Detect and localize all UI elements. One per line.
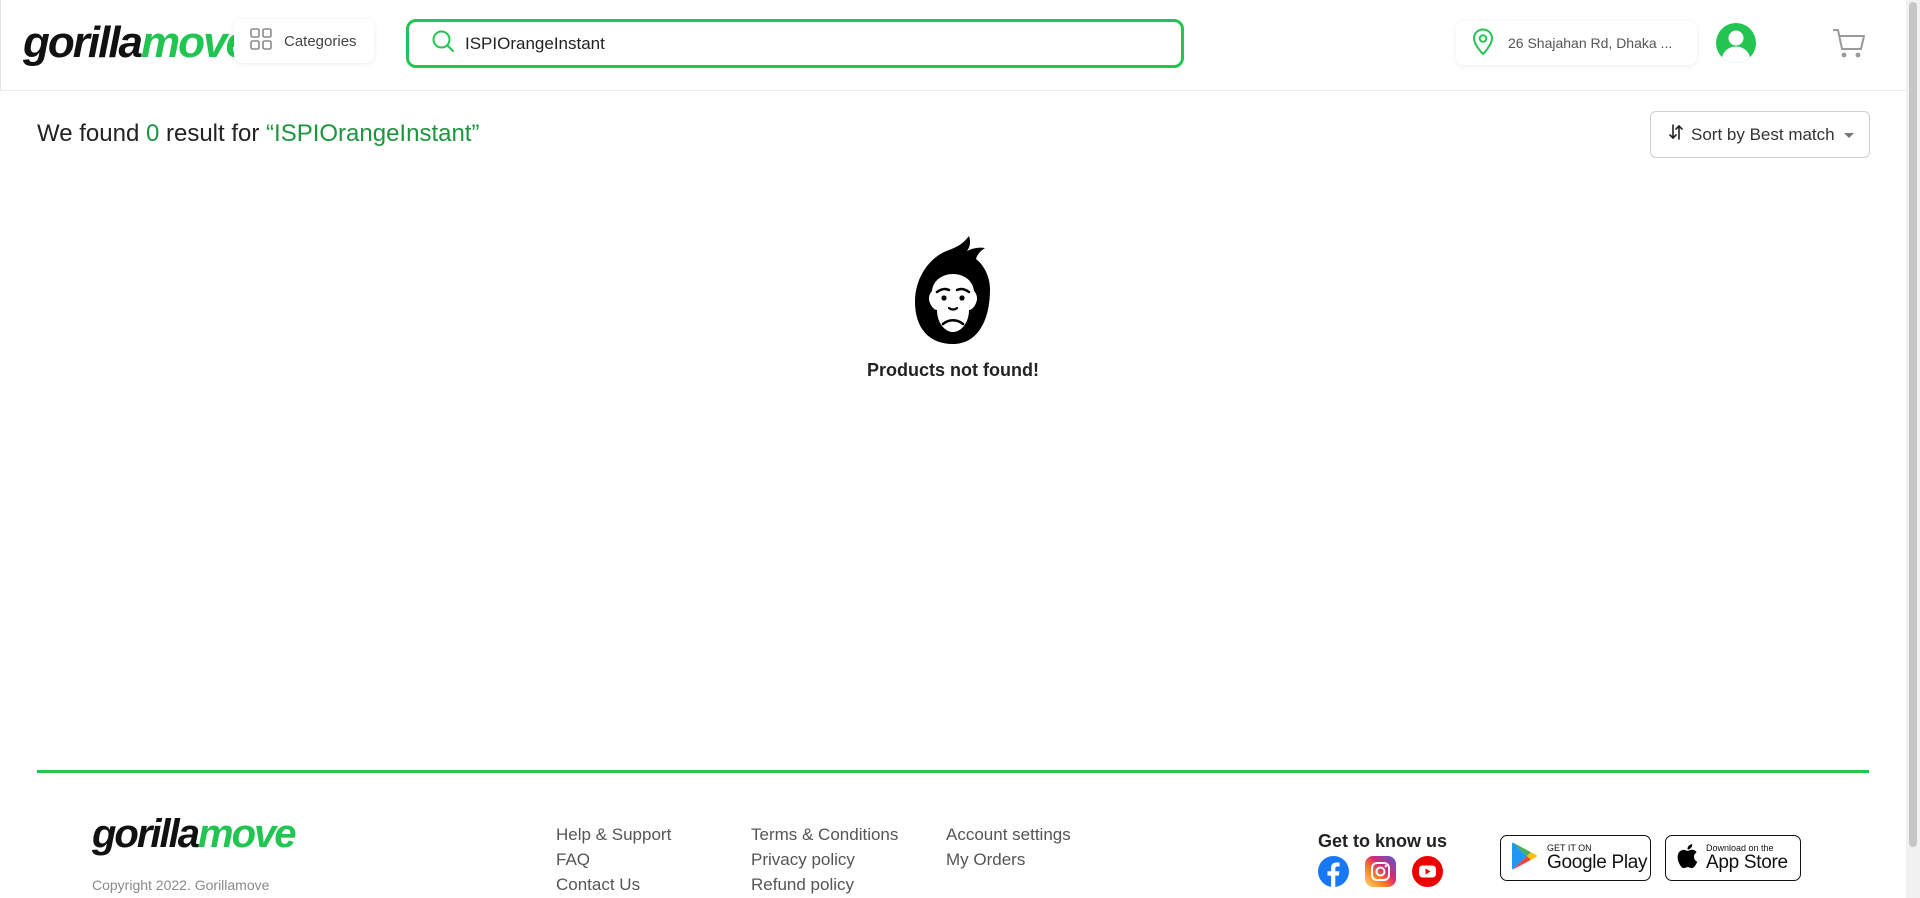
footer-links-support: Help & Support FAQ Contact Us <box>556 825 671 894</box>
location-text: 26 Shajahan Rd, Dhaka ... <box>1508 35 1673 51</box>
chevron-down-icon <box>1843 125 1855 145</box>
empty-state: Products not found! <box>860 228 1046 381</box>
categories-label: Categories <box>284 32 357 50</box>
footer-link-refund[interactable]: Refund policy <box>751 875 898 894</box>
scrollbar-thumb[interactable] <box>1909 2 1917 847</box>
footer-link-help-support[interactable]: Help & Support <box>556 825 671 844</box>
sort-label: Sort by Best match <box>1691 124 1835 144</box>
footer-link-privacy[interactable]: Privacy policy <box>751 850 898 869</box>
social-links <box>1318 856 1443 887</box>
facebook-icon[interactable] <box>1318 856 1349 887</box>
footer-link-terms[interactable]: Terms & Conditions <box>751 825 898 844</box>
instagram-icon[interactable] <box>1365 856 1396 887</box>
search-bar[interactable] <box>406 19 1184 68</box>
results-heading: We found 0 result for “ISPIOrangeInstant… <box>37 120 480 147</box>
grid-icon <box>250 28 272 54</box>
result-count: 0 <box>145 120 160 147</box>
cart-icon[interactable] <box>1832 28 1866 60</box>
google-play-text: Google Play <box>1547 852 1648 873</box>
google-play-button[interactable]: GET IT ON Google Play <box>1500 835 1651 881</box>
copyright-text: Copyright 2022. Gorillamove <box>92 877 270 893</box>
sort-dropdown[interactable]: Sort by Best match <box>1650 111 1870 158</box>
delivery-location-button[interactable]: 26 Shajahan Rd, Dhaka ... <box>1456 21 1697 65</box>
sort-arrows-icon <box>1669 123 1683 146</box>
gorillamove-logo[interactable]: gorilla move <box>23 18 250 68</box>
empty-message: Products not found! <box>867 360 1039 380</box>
footer-link-account-settings[interactable]: Account settings <box>946 825 1071 844</box>
app-store-text: App Store <box>1706 852 1788 873</box>
footer-link-faq[interactable]: FAQ <box>556 850 671 869</box>
app-store-button[interactable]: Download on the App Store <box>1665 835 1801 881</box>
apple-icon <box>1676 843 1698 874</box>
search-icon <box>431 29 455 58</box>
footer-divider <box>37 770 1869 773</box>
youtube-icon[interactable] <box>1412 856 1443 887</box>
google-play-icon <box>1511 841 1539 876</box>
footer-links-policies: Terms & Conditions Privacy policy Refund… <box>751 825 898 894</box>
user-avatar-icon[interactable] <box>1716 23 1756 63</box>
result-query: “ISPIOrangeInstant” <box>266 120 480 147</box>
footer-links-account: Account settings My Orders <box>946 825 1071 869</box>
page-scrollbar[interactable] <box>1906 0 1920 898</box>
footer-link-my-orders[interactable]: My Orders <box>946 850 1071 869</box>
social-heading: Get to know us <box>1318 831 1448 851</box>
site-header: gorillamove Categories 26 Shajahan Rd, D… <box>0 0 1906 91</box>
footer-link-contact-us[interactable]: Contact Us <box>556 875 671 894</box>
location-pin-icon <box>1472 27 1494 59</box>
sad-gorilla-icon <box>860 228 1046 346</box>
categories-button[interactable]: Categories <box>234 19 374 63</box>
footer-logo[interactable]: gorillamove <box>92 812 297 856</box>
search-input[interactable] <box>465 33 1165 54</box>
